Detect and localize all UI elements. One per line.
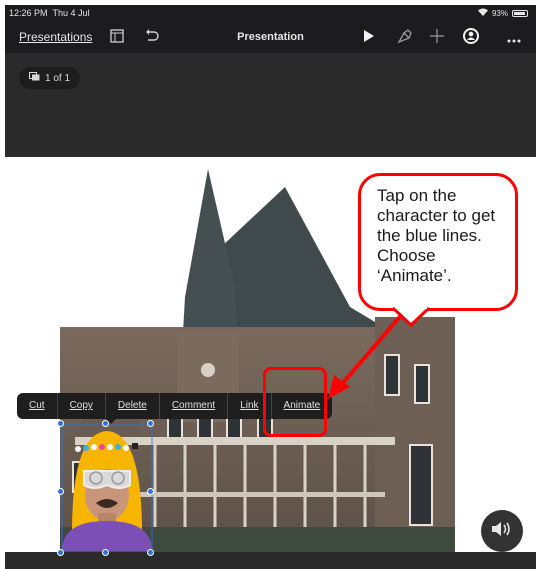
menu-item-comment[interactable]: Comment (160, 393, 229, 419)
resize-handle-bl[interactable] (57, 549, 64, 556)
collaborate-icon[interactable] (462, 27, 480, 50)
slide-counter-label: 1 of 1 (45, 72, 71, 84)
menu-item-copy[interactable]: Copy (58, 393, 106, 419)
callout-tail (391, 305, 431, 327)
context-menu-pointer (105, 418, 117, 424)
callout-text: Tap on the character to get the blue lin… (377, 186, 496, 285)
battery-percent: 93% (491, 8, 508, 18)
resize-handle-tl[interactable] (57, 420, 64, 427)
wifi-icon (477, 8, 488, 18)
resize-handle-tr[interactable] (147, 420, 154, 427)
animate-highlight-box (263, 367, 327, 437)
more-icon[interactable] (507, 31, 521, 49)
battery-icon (512, 9, 528, 17)
resize-handle-br[interactable] (147, 549, 154, 556)
menu-item-cut[interactable]: Cut (17, 393, 58, 419)
slide-counter-button[interactable]: 1 of 1 (19, 67, 81, 89)
instruction-callout: Tap on the character to get the blue lin… (358, 173, 518, 311)
speaker-icon (491, 520, 513, 543)
resize-handle-bc[interactable] (102, 549, 109, 556)
menu-item-delete[interactable]: Delete (106, 393, 160, 419)
paintbrush-icon[interactable] (397, 29, 413, 48)
play-icon[interactable] (363, 29, 375, 48)
bottom-bar (5, 552, 536, 569)
resize-handle-mr[interactable] (147, 488, 154, 495)
resize-handle-ml[interactable] (57, 488, 64, 495)
status-time: 12:26 PM Thu 4 Jul (9, 8, 90, 18)
memoji-character[interactable] (60, 423, 154, 553)
top-toolbar: 12:26 PM Thu 4 Jul 93% Presentations Pre… (5, 5, 536, 53)
status-indicators: 93% (477, 8, 528, 18)
ipad-screen: 12:26 PM Thu 4 Jul 93% Presentations Pre… (5, 5, 536, 569)
plus-icon[interactable] (430, 29, 444, 48)
document-title: Presentation (237, 31, 304, 43)
slides-icon (29, 72, 40, 84)
sound-button[interactable] (481, 510, 523, 552)
